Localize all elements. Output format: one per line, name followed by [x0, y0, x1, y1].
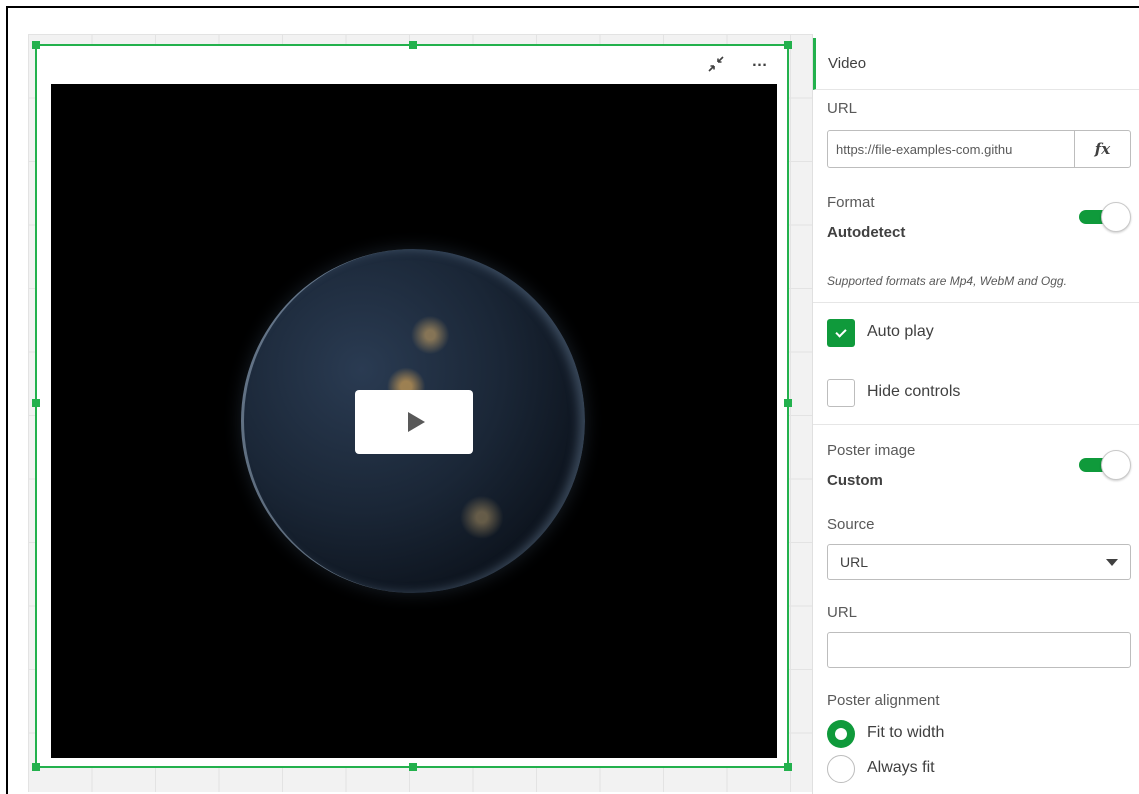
play-button[interactable]	[355, 390, 473, 454]
radio-fit-to-width-label: Fit to width	[867, 724, 945, 741]
checkmark-icon	[835, 325, 847, 338]
supported-formats-hint: Supported formats are Mp4, WebM and Ogg.	[827, 274, 1067, 288]
source-dropdown[interactable]: URL	[827, 544, 1131, 580]
resize-handle-bottom[interactable]	[409, 763, 417, 771]
poster-image-label: Poster image	[827, 442, 916, 459]
format-value: Autodetect	[827, 224, 906, 241]
resize-handle-top[interactable]	[409, 41, 417, 49]
url-field: fx	[827, 130, 1131, 168]
resize-handle-bottom-right[interactable]	[784, 763, 792, 771]
fx-icon: fx	[1094, 140, 1111, 158]
properties-panel: Video URL fx Format Autodetect Supported…	[812, 34, 1139, 794]
hide-controls-checkbox[interactable]	[827, 379, 855, 407]
hide-controls-label: Hide controls	[867, 383, 961, 400]
poster-image-toggle[interactable]	[1077, 450, 1131, 480]
panel-header[interactable]: Video	[813, 38, 1139, 90]
poster-url-label: URL	[827, 604, 858, 621]
exit-fullscreen-button[interactable]	[705, 54, 727, 74]
panel-header-title: Video	[828, 55, 867, 72]
auto-play-label: Auto play	[867, 323, 934, 340]
radio-always-fit-label: Always fit	[867, 759, 935, 776]
source-label: Source	[827, 516, 875, 533]
resize-handle-bottom-left[interactable]	[32, 763, 40, 771]
resize-handle-right[interactable]	[784, 399, 792, 407]
poster-toggle-knob	[1101, 450, 1131, 480]
format-label: Format	[827, 194, 875, 211]
object-toolbar: …	[705, 54, 771, 74]
exit-fullscreen-icon	[708, 56, 724, 72]
poster-alignment-label: Poster alignment	[827, 692, 940, 709]
play-icon	[407, 412, 425, 432]
section-divider	[813, 302, 1139, 303]
resize-handle-top-left[interactable]	[32, 41, 40, 49]
poster-url-input[interactable]	[827, 632, 1131, 668]
video-object[interactable]: …	[32, 41, 792, 771]
window-frame: … Video URL fx Format Autodetect Su	[6, 6, 1139, 794]
poster-image-value: Custom	[827, 472, 883, 489]
format-toggle-knob	[1101, 202, 1131, 232]
section-divider	[813, 424, 1139, 425]
format-toggle[interactable]	[1077, 202, 1131, 232]
more-icon: …	[751, 53, 769, 70]
url-label: URL	[827, 100, 858, 117]
video-player[interactable]	[51, 84, 777, 758]
radio-selected-dot	[835, 728, 847, 740]
chevron-down-icon	[1106, 558, 1118, 566]
resize-handle-left[interactable]	[32, 399, 40, 407]
radio-fit-to-width[interactable]	[827, 720, 855, 748]
more-options-button[interactable]: …	[749, 52, 771, 72]
url-input[interactable]	[828, 131, 1074, 167]
auto-play-checkbox[interactable]	[827, 319, 855, 347]
expression-button[interactable]: fx	[1074, 131, 1130, 167]
resize-handle-top-right[interactable]	[784, 41, 792, 49]
radio-always-fit[interactable]	[827, 755, 855, 783]
source-selected-value: URL	[840, 554, 869, 570]
